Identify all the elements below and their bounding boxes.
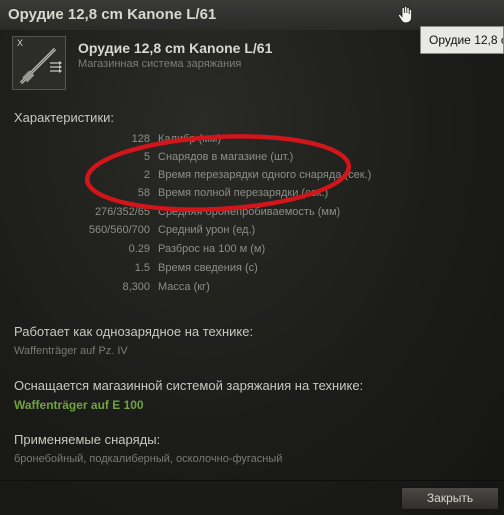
stat-label: Масса (кг) <box>158 281 210 293</box>
stat-row-caliber: 128 Калибр (мм) <box>0 133 504 149</box>
stat-row-damage: 560/560/700 Средний урон (ед.) <box>0 224 504 240</box>
stat-label: Средняя бронепробиваемость (мм) <box>158 206 341 218</box>
stat-value: 5 <box>143 151 150 163</box>
characteristics-heading: Характеристики: <box>14 110 115 125</box>
stat-label: Время полной перезарядки (сек.) <box>158 187 329 199</box>
stat-row-aim-time: 1.5 Время сведения (с) <box>0 262 504 278</box>
stat-row-magazine-size: 5 Снарядов в магазине (шт.) <box>0 151 504 167</box>
stat-row-weight: 8,300 Масса (кг) <box>0 281 504 297</box>
stat-label: Калибр (мм) <box>158 133 222 145</box>
stat-row-penetration: 276/352/65 Средняя бронепробиваемость (м… <box>0 206 504 222</box>
module-type: Магазинная система заряжания <box>78 58 242 70</box>
stat-row-intra-clip-reload: 2 Время перезарядки одного снаряда (сек.… <box>0 169 504 185</box>
stat-label: Время перезарядки одного снаряда (сек.) <box>158 169 372 181</box>
single-loader-heading: Работает как однозарядное на технике: <box>14 324 254 339</box>
magazine-loader-heading: Оснащается магазинной системой заряжания… <box>14 378 364 393</box>
window-title: Орудие 12,8 cm Kanone L/61 <box>8 6 217 23</box>
module-name: Орудие 12,8 cm Kanone L/61 <box>78 40 273 56</box>
module-thumbnail: X <box>12 36 66 90</box>
gun-module-icon <box>19 47 62 85</box>
shells-heading: Применяемые снаряды: <box>14 432 161 447</box>
title-tooltip: Орудие 12,8 cm Kanone L/61 <box>420 26 504 54</box>
stat-row-full-reload: 58 Время полной перезарядки (сек.) <box>0 187 504 203</box>
stat-label: Снарядов в магазине (шт.) <box>158 151 294 163</box>
stat-value: 0.29 <box>128 243 150 255</box>
stat-value: 58 <box>137 187 150 199</box>
footer-divider <box>0 480 504 481</box>
single-loader-vehicles: Waffenträger auf Pz. IV <box>14 345 128 357</box>
stat-label: Средний урон (ед.) <box>158 224 256 236</box>
hand-cursor-icon <box>397 5 413 24</box>
close-button[interactable]: Закрыть <box>401 487 499 510</box>
magazine-vehicle-link[interactable]: Waffenträger auf E 100 <box>14 398 144 412</box>
stat-value: 276/352/65 <box>94 206 150 218</box>
stat-value: 560/560/700 <box>88 224 150 236</box>
stat-label: Время сведения (с) <box>158 262 258 274</box>
stat-value: 128 <box>131 133 150 145</box>
stat-value: 2 <box>143 169 150 181</box>
stat-row-dispersion: 0.29 Разброс на 100 м (м) <box>0 243 504 259</box>
stat-value: 1.5 <box>134 262 150 274</box>
stat-value: 8,300 <box>122 281 150 293</box>
shells-list: бронебойный, подкалиберный, осколочно-фу… <box>14 453 283 465</box>
stat-label: Разброс на 100 м (м) <box>158 243 266 255</box>
